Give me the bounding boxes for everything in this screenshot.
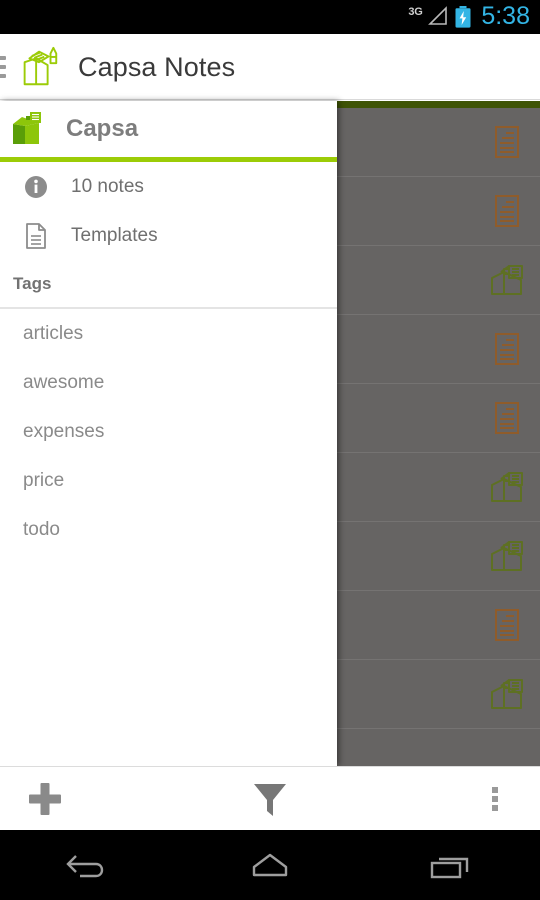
funnel-icon: [254, 783, 286, 816]
tag-label: todo: [23, 518, 60, 540]
android-navigation-bar: [0, 830, 540, 900]
hamburger-menu-icon[interactable]: [0, 49, 6, 85]
capsa-logo-icon: [23, 46, 58, 85]
tag-item[interactable]: awesome: [0, 358, 337, 407]
signal-triangle-icon: [428, 6, 448, 25]
tag-item[interactable]: expenses: [0, 407, 337, 456]
capsa-icon: [491, 472, 523, 502]
note-icon: [495, 609, 519, 641]
tag-item[interactable]: todo: [0, 505, 337, 554]
tag-item[interactable]: articles: [0, 309, 337, 358]
clock: 5:38: [481, 1, 530, 30]
tag-label: articles: [23, 322, 84, 344]
tag-label: awesome: [23, 371, 105, 393]
navigation-drawer[interactable]: Capsa 10 notes Templates Tags articlesa: [0, 101, 337, 766]
info-icon: [25, 175, 47, 198]
action-bar: Capsa Notes: [0, 34, 540, 100]
capsa-icon: [491, 541, 523, 571]
drawer-header: Capsa: [0, 101, 337, 157]
tag-item[interactable]: price: [0, 456, 337, 505]
overflow-menu-button[interactable]: [450, 767, 540, 831]
plus-icon: [29, 782, 61, 815]
tags-section-header: Tags: [13, 273, 52, 293]
recents-button[interactable]: [360, 830, 540, 900]
tags-list: articles awesome expenses price todo: [0, 309, 337, 554]
capsa-logo-icon: [13, 112, 41, 144]
add-note-button[interactable]: [0, 767, 90, 831]
note-icon: [495, 333, 519, 365]
drawer-item-label: 10 notes: [71, 175, 144, 197]
drawer-title: Capsa: [66, 115, 139, 142]
battery-charging-icon: [455, 6, 471, 28]
note-icon: [495, 126, 519, 158]
note-icon: [495, 402, 519, 434]
drawer-item-label: Templates: [71, 224, 158, 246]
drawer-item-notes-count[interactable]: 10 notes: [0, 162, 337, 211]
app-screen: 3G 5:38 Capsa Notes Capsa 10 notes Templ…: [0, 0, 540, 900]
home-icon: [252, 853, 288, 877]
capsa-icon: [491, 679, 523, 709]
home-button[interactable]: [180, 830, 360, 900]
filter-button[interactable]: [90, 767, 450, 831]
note-icon: [495, 195, 519, 227]
bottom-toolbar: [0, 766, 540, 830]
document-icon: [26, 222, 46, 249]
back-button[interactable]: [0, 830, 180, 900]
capsa-icon: [491, 265, 523, 295]
more-vertical-icon: [492, 786, 498, 811]
drawer-item-templates[interactable]: Templates: [0, 211, 337, 260]
tag-label: expenses: [23, 420, 105, 442]
page-title: Capsa Notes: [78, 51, 236, 82]
tag-label: price: [23, 469, 65, 491]
back-arrow-icon: [66, 855, 104, 878]
network-type-label: 3G: [408, 6, 423, 18]
signal-indicator: 3G: [408, 5, 448, 29]
recents-icon: [430, 857, 469, 879]
status-bar: 3G 5:38: [0, 0, 540, 34]
